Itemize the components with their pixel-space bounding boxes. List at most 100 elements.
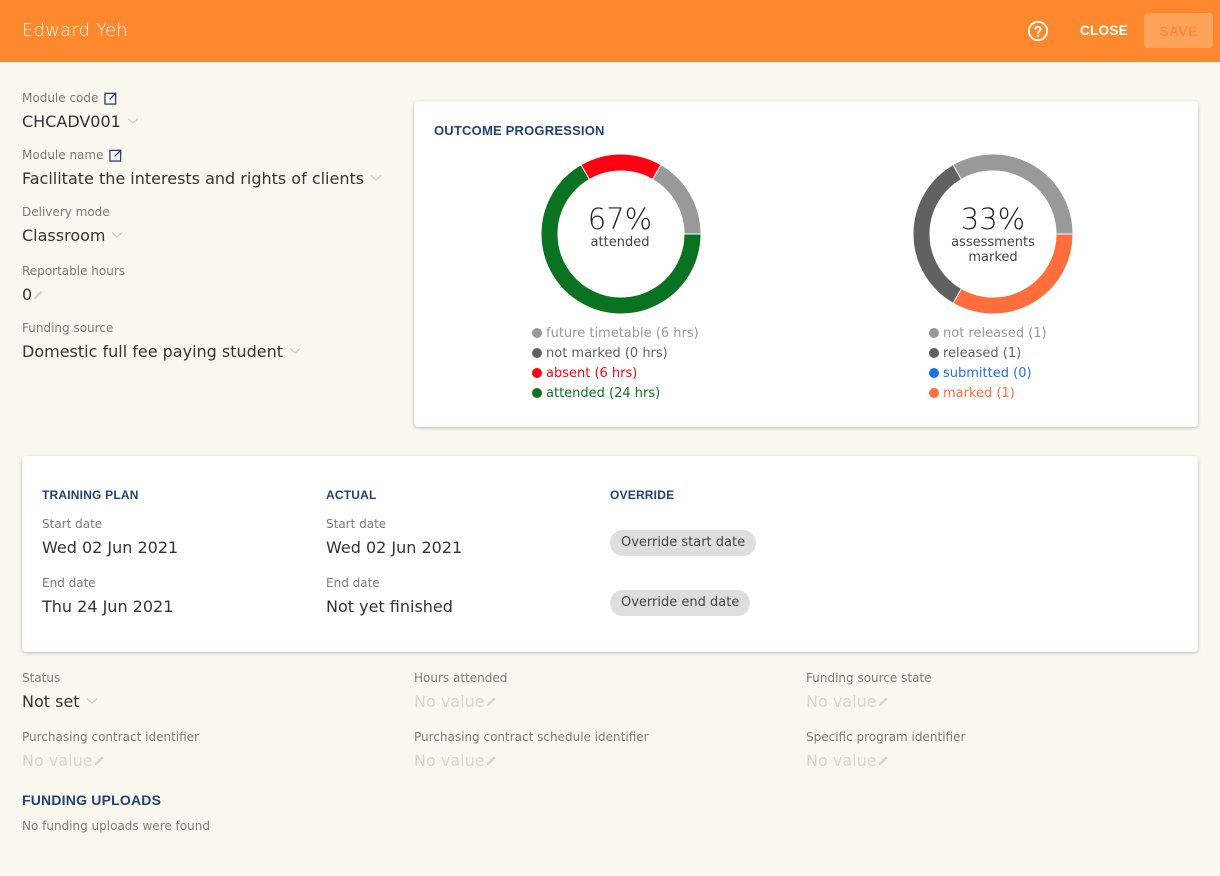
chevron-down-icon (127, 118, 139, 124)
status-value: Not set (22, 691, 80, 711)
funding-source-state-value: No value (806, 691, 877, 711)
attendance-sub-label: attended (590, 235, 650, 250)
open-external-icon[interactable] (104, 92, 117, 105)
module-code-select[interactable]: CHCADV001 (22, 111, 139, 131)
module-name-label: Module name (22, 148, 104, 162)
actual-start-date-label: Start date (326, 517, 387, 531)
legend-item-attended: attended (24 hrs) (532, 383, 699, 403)
legend-item-marked: marked (1) (929, 383, 1047, 403)
attendance-donut-center: 67% attended (560, 203, 680, 250)
purchasing-contract-schedule-id-value: No value (414, 750, 485, 770)
pencil-icon[interactable] (33, 289, 44, 300)
delivery-mode-select[interactable]: Classroom (22, 225, 123, 245)
chevron-down-icon (112, 232, 123, 238)
module-code-label: Module code (22, 91, 99, 105)
reportable-hours-input[interactable]: 0 (22, 284, 125, 304)
pencil-icon[interactable] (878, 696, 889, 707)
status-select[interactable]: Not set (22, 691, 98, 711)
actual-end-date-field: End date Not yet finished (326, 575, 453, 616)
pencil-icon[interactable] (486, 696, 497, 707)
legend-dot (532, 368, 542, 378)
funding-source-value: Domestic full fee paying student (22, 341, 284, 361)
reportable-hours-label: Reportable hours (22, 264, 126, 278)
module-name-field: Module name Facilitate the interests and… (22, 147, 382, 188)
override-start-date-button[interactable]: Override start date (610, 530, 757, 556)
save-button[interactable]: SAVE (1144, 13, 1213, 48)
legend-label: released (1) (943, 345, 1022, 361)
legend-label: absent (6 hrs) (546, 365, 638, 381)
assessments-legend: not released (1) released (1) submitted … (929, 323, 1047, 403)
funding-source-state-label: Funding source state (806, 671, 932, 685)
plan-start-date-value: Wed 02 Jun 2021 (42, 537, 179, 557)
specific-program-id-value: No value (806, 750, 877, 770)
plan-start-date-field: Start date Wed 02 Jun 2021 (42, 516, 178, 557)
student-name-title: Edward Yeh (22, 20, 128, 41)
actual-end-date-label: End date (326, 576, 380, 590)
actual-start-date-value: Wed 02 Jun 2021 (326, 537, 463, 557)
delivery-mode-field: Delivery mode Classroom (22, 204, 123, 245)
dates-card: TRAINING PLAN Start date Wed 02 Jun 2021… (22, 456, 1198, 652)
legend-dot (929, 388, 939, 398)
funding-uploads-empty-message: No funding uploads were found (22, 819, 210, 833)
purchasing-contract-id-field: Purchasing contract identifier No value (22, 729, 199, 770)
assessments-percent: 33% (960, 202, 1026, 236)
legend-item-released: released (1) (929, 343, 1047, 363)
legend-item-not-marked: not marked (0 hrs) (532, 343, 699, 363)
override-end-date-button[interactable]: Override end date (610, 590, 751, 616)
donut-slice-absent (580, 153, 662, 181)
assessments-donut-center: 33% assessments marked (928, 203, 1058, 265)
status-label: Status (22, 671, 61, 685)
legend-dot (929, 348, 939, 358)
plan-end-date-field: End date Thu 24 Jun 2021 (42, 575, 173, 616)
hours-attended-input[interactable]: No value (414, 691, 507, 711)
specific-program-id-field: Specific program identifier No value (806, 729, 965, 770)
legend-label: attended (24 hrs) (546, 385, 661, 401)
purchasing-contract-schedule-id-label: Purchasing contract schedule identifier (414, 730, 649, 744)
actual-title: ACTUAL (326, 488, 377, 502)
assessments-sub-label-2: marked (968, 250, 1018, 265)
pencil-icon[interactable] (486, 755, 497, 766)
legend-label: submitted (0) (943, 365, 1032, 381)
training-plan-title: TRAINING PLAN (42, 488, 139, 502)
legend-label: not released (1) (943, 325, 1047, 341)
status-field: Status Not set (22, 670, 98, 711)
purchasing-contract-id-input[interactable]: No value (22, 750, 199, 770)
reportable-hours-field: Reportable hours 0 (22, 263, 125, 304)
open-external-icon[interactable] (109, 149, 122, 162)
legend-dot (929, 368, 939, 378)
legend-dot (532, 348, 542, 358)
legend-label: marked (1) (943, 385, 1015, 401)
help-icon[interactable] (1027, 20, 1049, 42)
module-code-field: Module code CHCADV001 (22, 90, 139, 131)
chevron-down-icon (370, 175, 382, 181)
hours-attended-label: Hours attended (414, 671, 508, 685)
chevron-down-icon (289, 348, 301, 354)
legend-label: not marked (0 hrs) (546, 345, 668, 361)
pencil-icon[interactable] (94, 755, 105, 766)
purchasing-contract-schedule-id-field: Purchasing contract schedule identifier … (414, 729, 649, 770)
outcome-progression-title: OUTCOME PROGRESSION (434, 123, 605, 138)
actual-end-date-value: Not yet finished (326, 596, 453, 616)
funding-source-state-input[interactable]: No value (806, 691, 932, 711)
assessments-sub-label-1: assessments (951, 235, 1035, 250)
funding-source-field: Funding source Domestic full fee paying … (22, 320, 301, 361)
funding-source-select[interactable]: Domestic full fee paying student (22, 341, 301, 361)
plan-end-date-value: Thu 24 Jun 2021 (42, 596, 174, 616)
override-title: OVERRIDE (610, 488, 675, 502)
pencil-icon[interactable] (878, 755, 889, 766)
specific-program-id-input[interactable]: No value (806, 750, 965, 770)
legend-item-absent: absent (6 hrs) (532, 363, 699, 383)
plan-end-date-label: End date (42, 576, 96, 590)
purchasing-contract-schedule-id-input[interactable]: No value (414, 750, 649, 770)
attendance-percent: 67% (587, 202, 653, 236)
hours-attended-field: Hours attended No value (414, 670, 507, 711)
module-name-select[interactable]: Facilitate the interests and rights of c… (22, 168, 382, 188)
legend-dot (532, 328, 542, 338)
attendance-legend: future timetable (6 hrs) not marked (0 h… (532, 323, 699, 403)
specific-program-id-label: Specific program identifier (806, 730, 966, 744)
funding-source-state-field: Funding source state No value (806, 670, 932, 711)
reportable-hours-value: 0 (22, 284, 33, 304)
purchasing-contract-id-value: No value (22, 750, 93, 770)
close-button[interactable]: CLOSE (1070, 14, 1138, 48)
top-app-bar: Edward Yeh CLOSE SAVE (0, 0, 1220, 62)
